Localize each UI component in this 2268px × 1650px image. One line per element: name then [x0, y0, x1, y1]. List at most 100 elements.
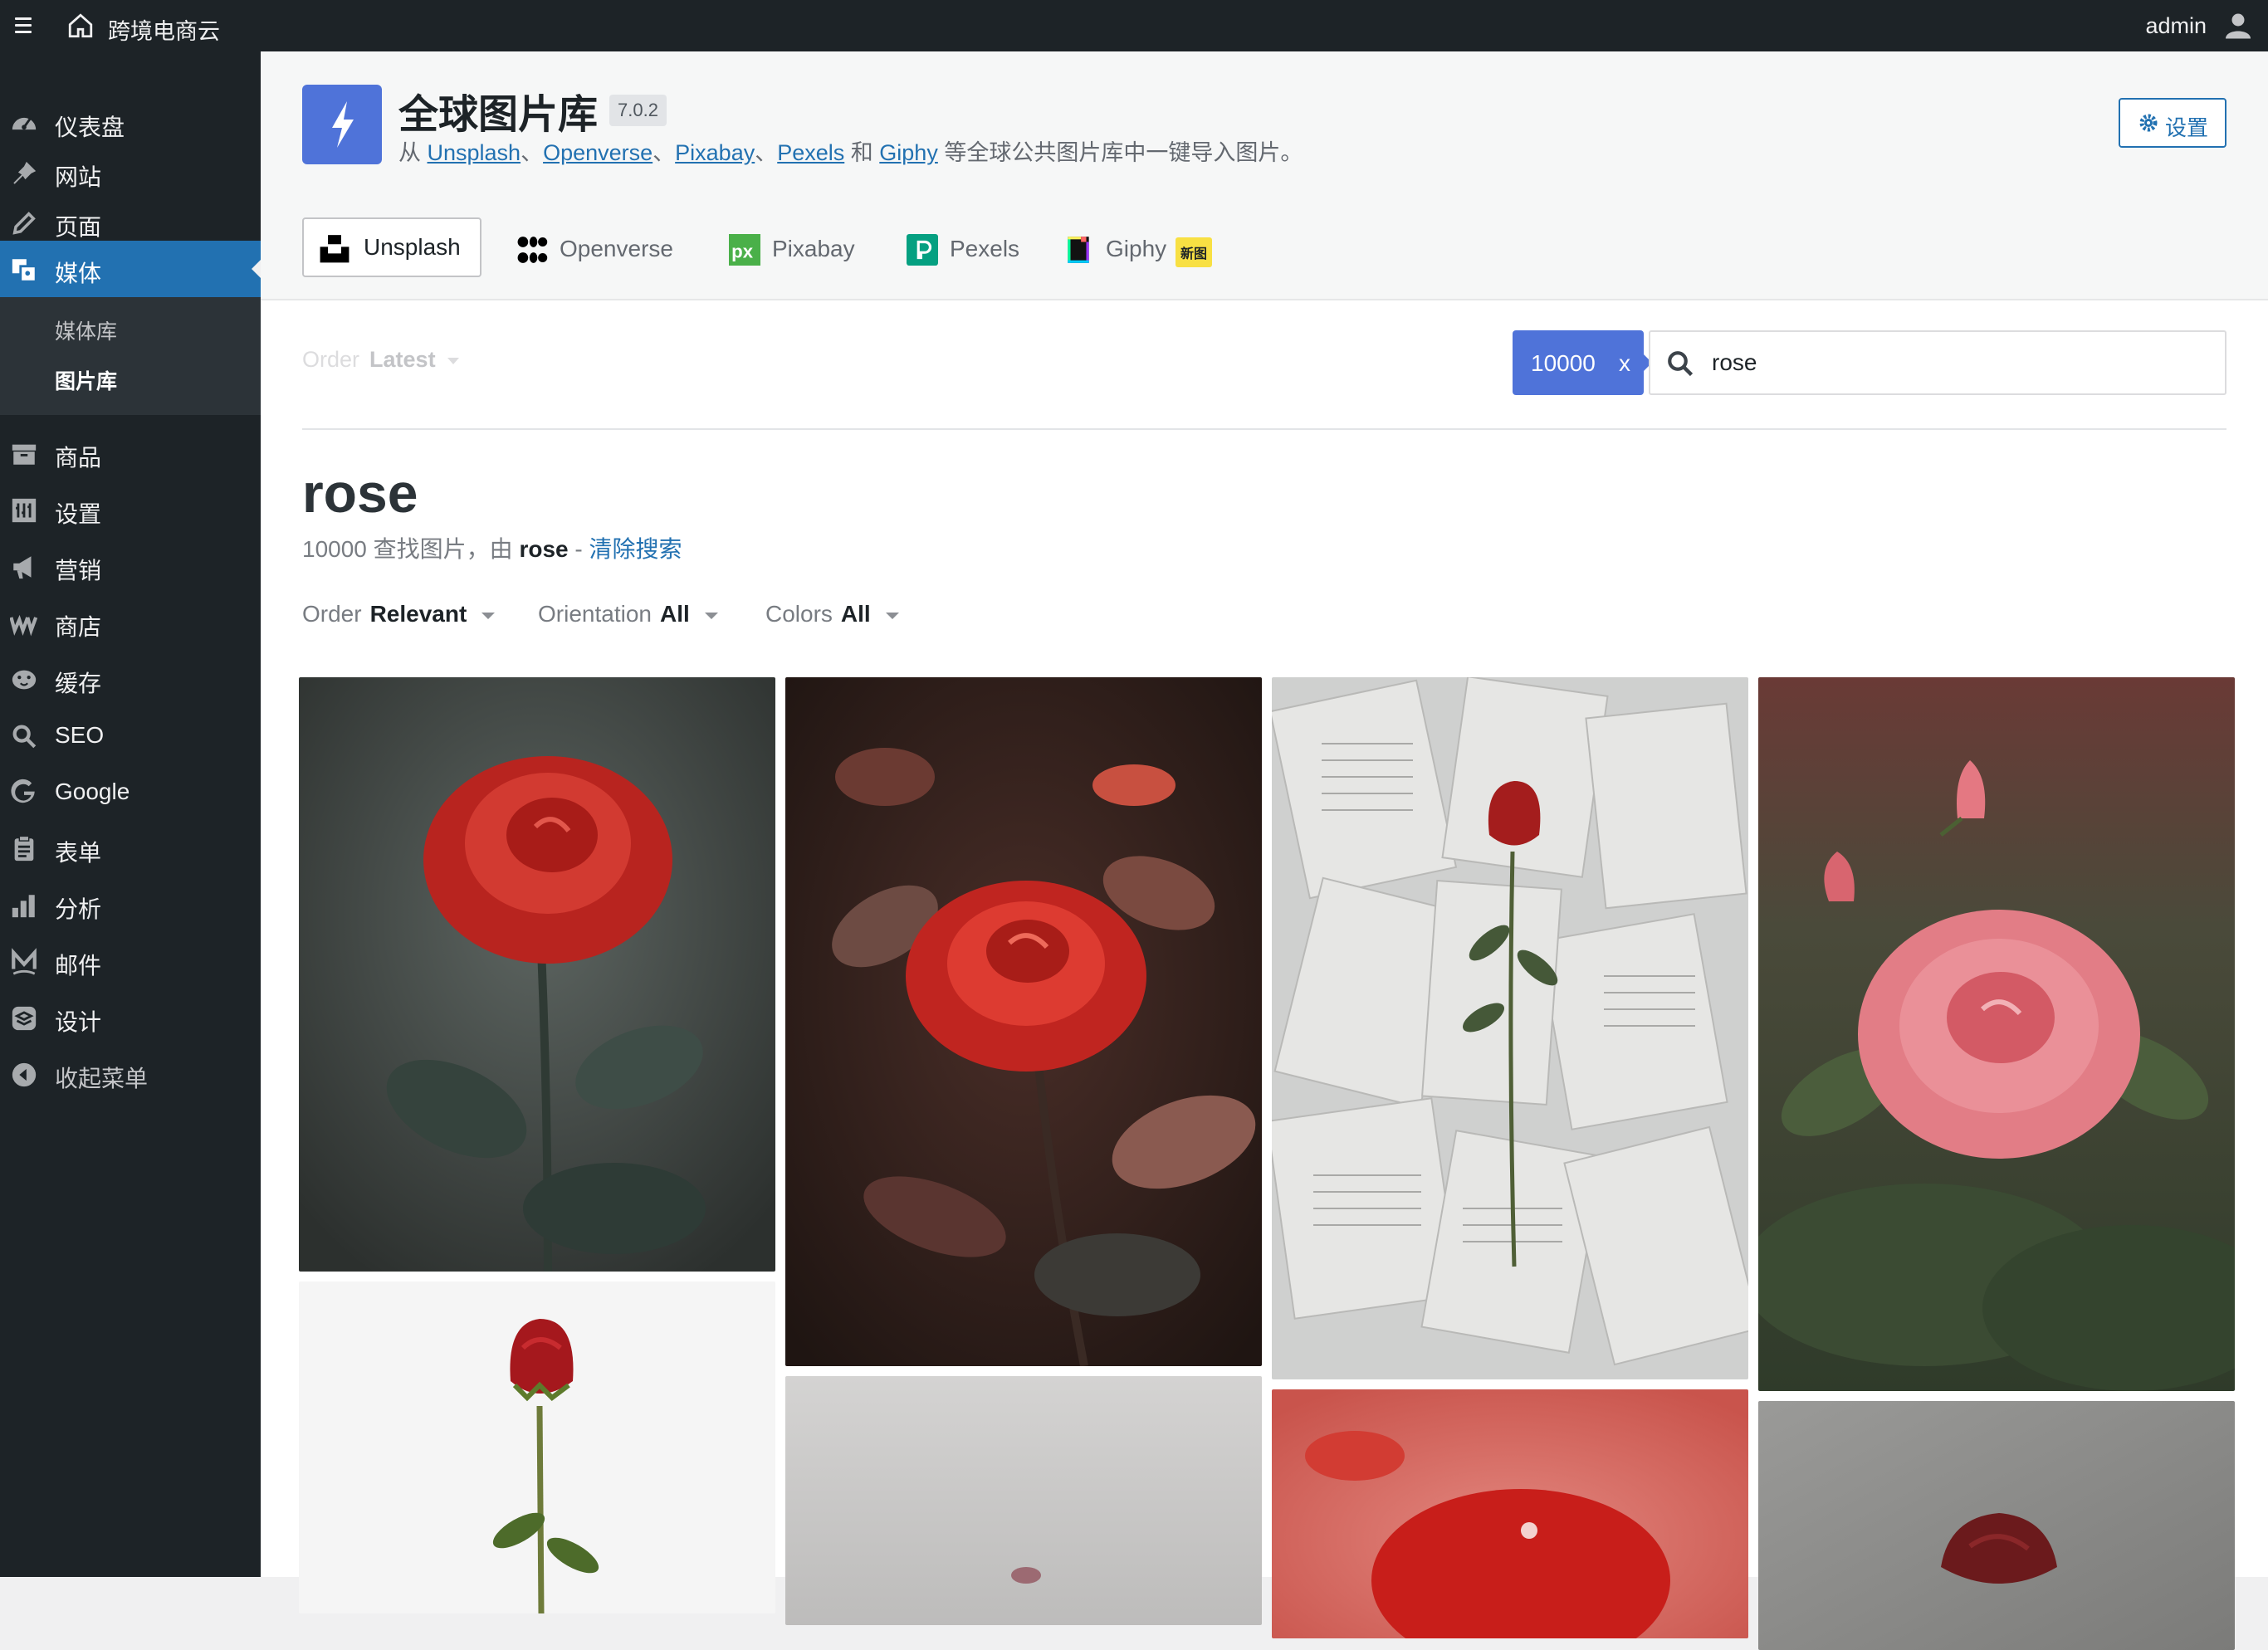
lightning-icon [332, 101, 354, 148]
photo-tile[interactable] [299, 1281, 775, 1613]
sidebar-item-media[interactable]: 媒体 [0, 241, 261, 297]
submenu-image-library[interactable]: 图片库 [55, 365, 117, 395]
sidebar-item-analytics[interactable]: 分析 [0, 876, 261, 933]
rose-photo [785, 677, 1262, 1366]
rose-photo [1272, 677, 1748, 1379]
unsplash-icon [320, 235, 349, 263]
photo-tile[interactable] [785, 1376, 1262, 1625]
photo-tile[interactable] [1272, 677, 1748, 1379]
sidebar-item-marketing[interactable]: 营销 [0, 538, 261, 594]
media-browser: OrderLatest 10000 x rose 10000 查找图片，由 ro… [261, 300, 2268, 1650]
rose-photo [1758, 1401, 2235, 1650]
svg-text:px: px [731, 242, 754, 262]
order-dropdown-disabled: Order Latest [302, 347, 459, 373]
search-box[interactable] [1649, 330, 2226, 395]
chevron-down-icon [447, 357, 459, 364]
divider [302, 428, 2226, 430]
chevron-down-icon [481, 612, 496, 619]
search-input[interactable] [1710, 344, 2212, 382]
sidebar-item-mail[interactable]: 邮件 [0, 933, 261, 989]
sidebar-item-store[interactable]: 商店 [0, 594, 261, 651]
tab-openverse[interactable]: Openverse [516, 217, 682, 277]
link-unsplash[interactable]: Unsplash [428, 140, 521, 165]
sidebar-item-seo[interactable]: SEO [0, 707, 261, 764]
chart-icon [12, 895, 35, 918]
admin-bar: 跨境电商云 admin [0, 0, 2268, 51]
chevron-down-icon [704, 612, 718, 619]
mail-icon [12, 948, 37, 975]
pexels-icon [907, 234, 938, 266]
search-icon [12, 725, 37, 749]
sidebar-item-settings[interactable]: 设置 [0, 481, 261, 538]
clipboard-icon [14, 835, 34, 862]
tab-pixabay[interactable]: px Pixabay [729, 217, 862, 277]
tab-pexels[interactable]: Pexels [907, 217, 1031, 277]
chevron-down-icon [885, 612, 899, 619]
collapse-icon [12, 1062, 37, 1087]
link-giphy[interactable]: Giphy [879, 140, 938, 165]
link-openverse[interactable]: Openverse [543, 140, 653, 165]
tab-giphy[interactable]: Giphy 新图 [1063, 217, 1229, 277]
cheetah-icon [12, 670, 37, 690]
megaphone-icon [13, 556, 32, 579]
giphy-icon [1068, 237, 1089, 263]
layers-icon [12, 1006, 37, 1031]
results-summary: 10000 查找图片，由 rose - 清除搜索 [302, 536, 682, 562]
gear-icon [2139, 114, 2158, 132]
page-title: 全球图片库 [398, 93, 599, 137]
search-icon [1668, 351, 1694, 377]
results-count-pill[interactable]: 10000 x [1513, 330, 1652, 395]
settings-button[interactable]: 设置 [2119, 98, 2226, 148]
plugin-logo [302, 85, 382, 164]
provider-tabs: Unsplash Openverse px Pixabay Pexels Gip… [261, 199, 2268, 300]
collapse-menu-button[interactable]: 收起菜单 [0, 1046, 261, 1102]
results-title: rose [302, 462, 418, 524]
sidebar-item-google[interactable]: Google [0, 764, 261, 820]
photo-tile[interactable] [785, 677, 1262, 1366]
submenu-media-library[interactable]: 媒体库 [55, 315, 117, 345]
photo-tile[interactable] [1272, 1389, 1748, 1638]
openverse-icon [517, 237, 548, 263]
pin-icon [13, 161, 37, 184]
pixabay-icon: px [729, 234, 760, 266]
photo-tile[interactable] [1758, 1401, 2235, 1650]
site-name-link[interactable]: 跨境电商云 [108, 13, 220, 46]
page-subtitle: 从 Unsplash、Openverse、Pixabay、Pexels 和 Gi… [398, 140, 1303, 165]
menu-icon[interactable] [12, 13, 35, 37]
sidebar-item-site[interactable]: 网站 [0, 144, 261, 201]
rose-photo [1272, 1389, 1748, 1638]
sidebar-item-products[interactable]: 商品 [0, 425, 261, 481]
admin-username[interactable]: admin [2145, 13, 2207, 39]
order-filter[interactable]: Order Relevant [302, 601, 496, 627]
new-badge: 新图 [1176, 237, 1213, 267]
photo-tile[interactable] [1758, 677, 2235, 1391]
home-icon[interactable] [66, 12, 95, 40]
pencil-icon [12, 212, 36, 235]
clear-search-x-button[interactable]: x [1619, 350, 1630, 377]
rose-photo [1758, 677, 2235, 1391]
sidebar-item-design[interactable]: 设计 [0, 989, 261, 1046]
sidebar-item-dashboard[interactable]: 仪表盘 [0, 95, 261, 151]
sidebar-item-forms[interactable]: 表单 [0, 820, 261, 876]
link-pexels[interactable]: Pexels [777, 140, 844, 165]
link-pixabay[interactable]: Pixabay [675, 140, 755, 165]
rose-photo [785, 1376, 1262, 1625]
rose-photo [299, 1281, 775, 1613]
woo-icon [10, 614, 38, 637]
orientation-filter[interactable]: Orientation All [538, 601, 718, 627]
colors-filter[interactable]: Colors All [765, 601, 899, 627]
media-icon [12, 259, 37, 283]
clear-search-link[interactable]: 清除搜索 [589, 536, 682, 562]
admin-sidebar: 仪表盘 网站 页面 媒体 媒体库 图片库 商品 设置 营销 商店 缓存 SEO [0, 51, 261, 1577]
archive-icon [12, 444, 37, 465]
tab-unsplash[interactable]: Unsplash [302, 217, 481, 277]
media-submenu: 媒体库 图片库 [0, 297, 261, 415]
user-icon[interactable] [2223, 10, 2253, 40]
google-icon [11, 779, 35, 803]
dashboard-icon [12, 117, 37, 130]
photo-tile[interactable] [299, 677, 775, 1272]
rose-photo [299, 677, 775, 1272]
sidebar-item-cache[interactable]: 缓存 [0, 651, 261, 707]
version-badge: 7.0.2 [609, 95, 667, 126]
settings-icon [12, 498, 37, 523]
